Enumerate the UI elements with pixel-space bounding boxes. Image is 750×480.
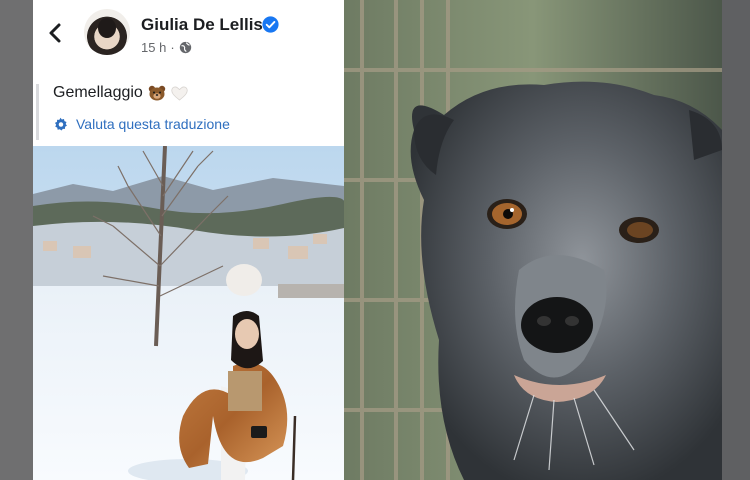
post-time[interactable]: 15 h bbox=[141, 40, 166, 55]
caption: Gemellaggio bbox=[53, 84, 188, 102]
meta-separator: · bbox=[170, 40, 175, 55]
quote-bar bbox=[36, 84, 39, 140]
gear-icon bbox=[54, 117, 67, 130]
translation-link[interactable]: Valuta questa traduzione bbox=[53, 116, 230, 132]
author-name[interactable]: Giulia De Lellis bbox=[141, 15, 263, 35]
caption-block: Gemellaggio Valuta questa traduzione bbox=[33, 76, 344, 142]
back-arrow-icon[interactable] bbox=[45, 18, 65, 48]
white-heart-emoji-icon bbox=[171, 86, 188, 101]
avatar[interactable] bbox=[84, 9, 130, 55]
translation-link-label[interactable]: Valuta questa traduzione bbox=[76, 116, 230, 132]
globe-icon bbox=[179, 41, 191, 54]
right-frame bbox=[722, 0, 750, 480]
bear-emoji-icon bbox=[148, 85, 166, 101]
post-photo[interactable] bbox=[33, 146, 344, 480]
post-header: Giulia De Lellis 15 h · bbox=[33, 0, 344, 70]
left-frame bbox=[0, 0, 33, 480]
post-meta: 15 h · bbox=[141, 40, 192, 55]
facebook-post-card: Giulia De Lellis 15 h · Gemellaggio Valu… bbox=[33, 0, 344, 480]
verified-badge-icon bbox=[262, 16, 279, 33]
fox-photo[interactable] bbox=[344, 0, 722, 480]
caption-text: Gemellaggio bbox=[53, 84, 143, 101]
